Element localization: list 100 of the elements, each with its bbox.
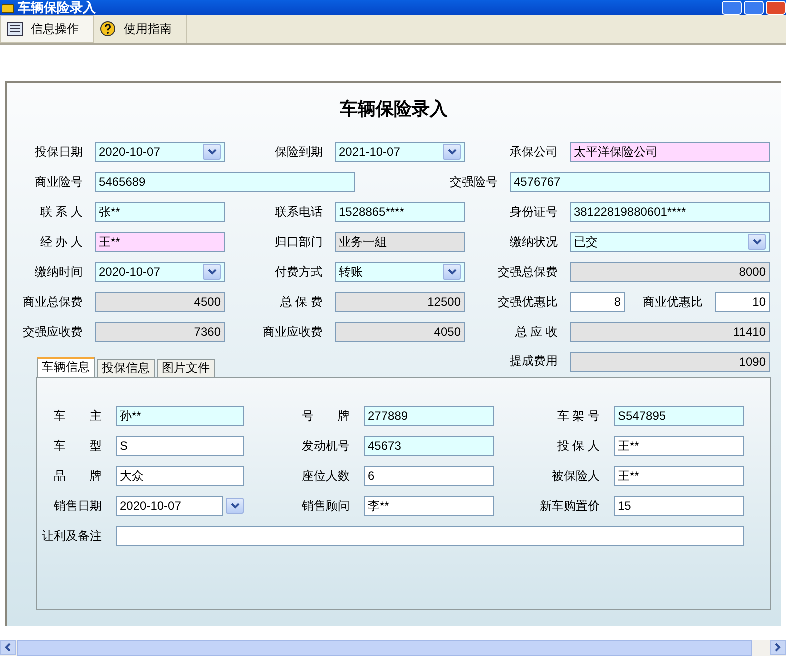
date-field[interactable]: 2020-10-07 bbox=[95, 142, 225, 162]
field-label: 销售日期 bbox=[53, 498, 103, 515]
help-icon bbox=[100, 21, 116, 37]
input-field[interactable]: 孙** bbox=[116, 406, 244, 426]
toolbar-button[interactable]: 信息操作 bbox=[0, 15, 94, 43]
field-label: 联系电话 bbox=[274, 204, 324, 221]
form-title: 车辆保险录入 bbox=[339, 98, 449, 121]
chevron-icon bbox=[208, 149, 216, 155]
close-button[interactable] bbox=[766, 1, 786, 15]
input-field[interactable]: 大众 bbox=[116, 466, 244, 486]
maximize-button[interactable] bbox=[744, 1, 764, 15]
field-label: 被保险人 bbox=[551, 468, 601, 485]
field-label: 商业应收费 bbox=[262, 324, 324, 341]
field-label: 品 牌 bbox=[53, 468, 103, 485]
field-label: 交强险号 bbox=[449, 174, 499, 191]
field-label: 联 系 人 bbox=[39, 204, 84, 221]
field-label: 提成费用 bbox=[509, 353, 559, 370]
dropdown-button[interactable] bbox=[203, 264, 221, 280]
field-label: 车 架 号 bbox=[556, 408, 601, 425]
input-field[interactable]: S bbox=[116, 436, 244, 456]
dropdown-field[interactable]: 已交 bbox=[570, 232, 770, 252]
input-field[interactable]: 10 bbox=[715, 292, 770, 312]
input-field[interactable]: 5465689 bbox=[95, 172, 355, 192]
input-field[interactable]: 38122819880601**** bbox=[570, 202, 770, 222]
input-field[interactable]: 2020-10-07 bbox=[116, 496, 223, 516]
input-field[interactable]: 15 bbox=[614, 496, 744, 516]
input-field[interactable] bbox=[116, 526, 744, 546]
field-label: 总 保 费 bbox=[279, 294, 324, 311]
date-field[interactable]: 2020-10-07 bbox=[95, 262, 225, 282]
input-field[interactable]: 12500 bbox=[335, 292, 465, 312]
field-label: 座位人数 bbox=[301, 468, 351, 485]
input-field[interactable]: 6 bbox=[364, 466, 494, 486]
field-label: 总 应 收 bbox=[514, 324, 559, 341]
toolbar-button[interactable]: 使用指南 bbox=[94, 15, 187, 43]
dropdown-button[interactable] bbox=[443, 264, 461, 280]
tab[interactable]: 车辆信息 bbox=[37, 357, 95, 377]
minimize-button[interactable] bbox=[722, 1, 742, 15]
input-field[interactable]: 45673 bbox=[364, 436, 494, 456]
date-field[interactable]: 2021-10-07 bbox=[335, 142, 465, 162]
input-field[interactable]: 4576767 bbox=[510, 172, 770, 192]
field-label: 交强总保费 bbox=[497, 264, 559, 281]
scrollbar-thumb[interactable] bbox=[17, 640, 752, 656]
chevron-icon bbox=[230, 503, 240, 509]
field-label: 车 型 bbox=[53, 438, 103, 455]
tab[interactable]: 图片文件 bbox=[157, 359, 215, 377]
input-field[interactable]: 4500 bbox=[95, 292, 225, 312]
field-label: 交强应收费 bbox=[22, 324, 84, 341]
field-label: 身份证号 bbox=[509, 204, 559, 221]
field-label: 归口部门 bbox=[274, 234, 324, 251]
chevron-icon bbox=[752, 239, 762, 245]
field-label: 发动机号 bbox=[301, 438, 351, 455]
list-icon bbox=[7, 22, 23, 36]
input-field[interactable]: 张** bbox=[95, 202, 225, 222]
field-label: 新车购置价 bbox=[539, 498, 601, 515]
window-title: 车辆保险录入 bbox=[18, 0, 96, 15]
dropdown-button[interactable] bbox=[443, 144, 461, 160]
input-field[interactable]: 11410 bbox=[570, 322, 770, 342]
field-label: 号 牌 bbox=[301, 408, 351, 425]
input-field[interactable]: 王** bbox=[614, 436, 744, 456]
input-field[interactable]: 4050 bbox=[335, 322, 465, 342]
field-label: 投保日期 bbox=[34, 144, 84, 161]
field-label: 销售顾问 bbox=[301, 498, 351, 515]
window-icon bbox=[2, 2, 14, 12]
input-field[interactable]: 太平洋保险公司 bbox=[570, 142, 770, 162]
field-label: 商业优惠比 bbox=[642, 294, 704, 311]
chevron-right-icon bbox=[775, 643, 781, 652]
input-field[interactable]: 王** bbox=[614, 466, 744, 486]
input-field[interactable]: 李** bbox=[364, 496, 494, 516]
dropdown-button[interactable] bbox=[748, 234, 766, 250]
field-label: 交强优惠比 bbox=[497, 294, 559, 311]
chevron-left-icon bbox=[5, 643, 11, 652]
input-field[interactable]: 业务一組 bbox=[335, 232, 465, 252]
chevron-icon bbox=[448, 269, 456, 275]
field-label: 承保公司 bbox=[509, 144, 559, 161]
input-field[interactable]: 8 bbox=[570, 292, 625, 312]
field-label: 车 主 bbox=[53, 408, 103, 425]
field-label: 缴纳时间 bbox=[34, 264, 84, 281]
dropdown-button[interactable] bbox=[226, 498, 244, 514]
field-label: 商业险号 bbox=[34, 174, 84, 191]
input-field[interactable]: 7360 bbox=[95, 322, 225, 342]
input-field[interactable]: S547895 bbox=[614, 406, 744, 426]
chevron-icon bbox=[208, 269, 216, 275]
tab[interactable]: 投保信息 bbox=[97, 359, 155, 377]
input-field[interactable]: 8000 bbox=[570, 262, 770, 282]
scroll-right-button[interactable] bbox=[770, 640, 786, 655]
chevron-icon bbox=[448, 149, 456, 155]
input-field[interactable]: 277889 bbox=[364, 406, 494, 426]
input-field[interactable]: 王** bbox=[95, 232, 225, 252]
field-label: 投 保 人 bbox=[556, 438, 601, 455]
field-label: 保险到期 bbox=[274, 144, 324, 161]
dropdown-button[interactable] bbox=[203, 144, 221, 160]
scroll-left-button[interactable] bbox=[0, 640, 16, 655]
field-label: 商业总保费 bbox=[22, 294, 84, 311]
field-label: 经 办 人 bbox=[39, 234, 84, 251]
field-label: 让利及备注 bbox=[41, 528, 103, 545]
field-label: 付费方式 bbox=[274, 264, 324, 281]
input-field[interactable]: 1528865**** bbox=[335, 202, 465, 222]
field-label: 缴纳状况 bbox=[509, 234, 559, 251]
input-field[interactable]: 1090 bbox=[570, 352, 770, 372]
dropdown-field[interactable]: 转账 bbox=[335, 262, 465, 282]
